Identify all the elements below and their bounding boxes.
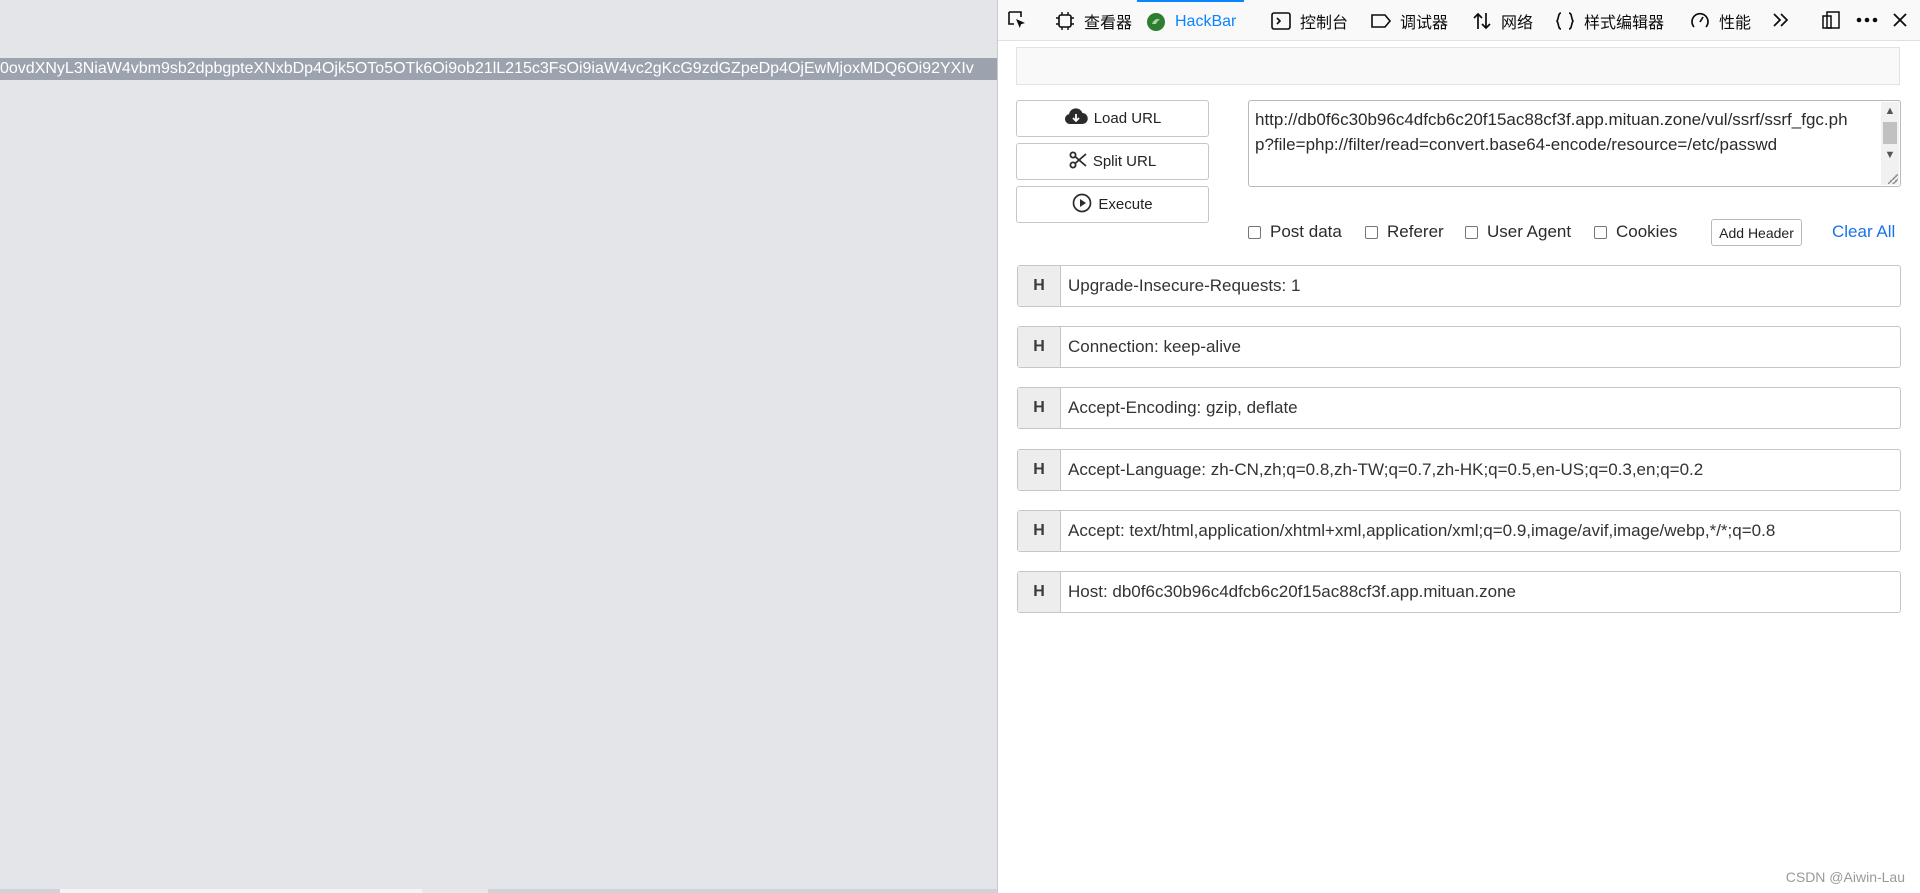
tab-label: 控制台 xyxy=(1300,14,1349,32)
performance-icon xyxy=(1689,10,1711,32)
style-editor-icon xyxy=(1554,10,1576,32)
split-url-label: Split URL xyxy=(1092,153,1157,170)
more-options-icon[interactable] xyxy=(1856,9,1878,31)
inspector-icon xyxy=(1054,10,1076,32)
header-value-input[interactable]: Upgrade-Insecure-Requests: 1 xyxy=(1061,266,1900,306)
scrollbar-thumb[interactable] xyxy=(60,889,422,893)
overflow-chevron-icon[interactable] xyxy=(1770,9,1792,31)
tab-label: 查看器 xyxy=(1084,14,1133,32)
header-toggle-button[interactable]: H xyxy=(1018,327,1061,367)
console-icon xyxy=(1270,10,1292,32)
header-toggle-button[interactable]: H xyxy=(1018,572,1061,612)
scroll-down-arrow-icon[interactable]: ▼ xyxy=(1881,146,1899,164)
header-row: H Connection: keep-alive xyxy=(1017,326,1901,368)
tab-label: 网络 xyxy=(1501,14,1534,32)
tab-label: HackBar xyxy=(1175,12,1237,30)
add-header-button[interactable]: Add Header xyxy=(1711,219,1802,246)
tab-console[interactable]: 控制台 xyxy=(1270,0,1348,41)
header-value-input[interactable]: Connection: keep-alive xyxy=(1061,327,1900,367)
hackbar-logo-icon xyxy=(1145,11,1167,33)
play-circle-icon xyxy=(1072,193,1092,217)
tab-performance[interactable]: 性能 xyxy=(1689,0,1751,41)
header-row: H Accept-Language: zh-CN,zh;q=0.8,zh-TW;… xyxy=(1017,449,1901,491)
header-value-input[interactable]: Accept-Language: zh-CN,zh;q=0.8,zh-TW;q=… xyxy=(1061,450,1900,490)
tab-network[interactable]: 网络 xyxy=(1471,0,1533,41)
url-scrollbar[interactable]: ▲ ▼ xyxy=(1881,102,1899,185)
scroll-up-arrow-icon[interactable]: ▲ xyxy=(1881,102,1899,120)
header-toggle-button[interactable]: H xyxy=(1018,388,1061,428)
header-row: H Host: db0f6c30b96c4dfcb6c20f15ac88cf3f… xyxy=(1017,571,1901,613)
user-agent-label: User Agent xyxy=(1487,222,1572,241)
cookies-label: Cookies xyxy=(1616,222,1678,241)
referer-option[interactable]: Referer xyxy=(1365,222,1444,242)
devtools-toolbar: 查看器 HackBar 控制台 调试器 网络 样式编辑器 性能 xyxy=(998,0,1920,41)
watermark: CSDN @Aiwin-Lau xyxy=(1785,869,1905,885)
url-text[interactable]: http://db0f6c30b96c4dfcb6c20f15ac88cf3f.… xyxy=(1255,107,1865,157)
header-row: H Upgrade-Insecure-Requests: 1 xyxy=(1017,265,1901,307)
execute-button[interactable]: Execute xyxy=(1016,186,1209,223)
execute-label: Execute xyxy=(1098,196,1153,213)
load-url-label: Load URL xyxy=(1093,110,1162,127)
dock-layout-icon[interactable] xyxy=(1820,9,1842,31)
user-agent-option[interactable]: User Agent xyxy=(1465,222,1571,242)
referer-checkbox[interactable] xyxy=(1365,225,1378,239)
tab-label: 样式编辑器 xyxy=(1584,14,1665,32)
post-data-checkbox[interactable] xyxy=(1248,225,1261,239)
page-content: 0ovdXNyL3NiaW4vbm9sb2dpbgpteXNxbDp4Ojk5O… xyxy=(0,0,997,893)
url-textarea[interactable]: http://db0f6c30b96c4dfcb6c20f15ac88cf3f.… xyxy=(1248,100,1901,187)
tab-style-editor[interactable]: 样式编辑器 xyxy=(1554,0,1664,41)
header-value-input[interactable]: Accept-Encoding: gzip, deflate xyxy=(1061,388,1900,428)
page-horizontal-scrollbar[interactable] xyxy=(0,889,997,893)
scissors-icon xyxy=(1069,151,1087,173)
cookies-option[interactable]: Cookies xyxy=(1594,222,1677,242)
post-data-option[interactable]: Post data xyxy=(1248,222,1342,242)
cookies-checkbox[interactable] xyxy=(1594,225,1607,239)
tab-debugger[interactable]: 调试器 xyxy=(1370,0,1448,41)
scrollbar-thumb[interactable] xyxy=(1883,122,1897,144)
debugger-icon xyxy=(1370,10,1392,32)
page-output-text: 0ovdXNyL3NiaW4vbm9sb2dpbgpteXNxbDp4Ojk5O… xyxy=(0,58,997,80)
header-toggle-button[interactable]: H xyxy=(1018,511,1061,551)
header-value-input[interactable]: Host: db0f6c30b96c4dfcb6c20f15ac88cf3f.a… xyxy=(1061,572,1900,612)
header-row: H Accept-Encoding: gzip, deflate xyxy=(1017,387,1901,429)
tab-label: 调试器 xyxy=(1400,14,1449,32)
header-value-input[interactable]: Accept: text/html,application/xhtml+xml,… xyxy=(1061,511,1900,551)
load-url-button[interactable]: Load URL xyxy=(1016,100,1209,137)
element-picker-icon[interactable] xyxy=(1006,9,1028,31)
post-data-label: Post data xyxy=(1270,222,1342,241)
header-toggle-button[interactable]: H xyxy=(1018,266,1061,306)
tab-label: 性能 xyxy=(1719,14,1752,32)
close-icon[interactable] xyxy=(1889,9,1911,31)
cloud-download-icon xyxy=(1064,107,1088,130)
clear-all-link[interactable]: Clear All xyxy=(1832,222,1895,242)
referer-label: Referer xyxy=(1387,222,1444,241)
resize-handle-icon[interactable] xyxy=(1888,174,1898,184)
header-row: H Accept: text/html,application/xhtml+xm… xyxy=(1017,510,1901,552)
tab-hackbar[interactable]: HackBar xyxy=(1137,0,1245,41)
user-agent-checkbox[interactable] xyxy=(1465,225,1478,239)
devtools-panel: 查看器 HackBar 控制台 调试器 网络 样式编辑器 性能 Load URL… xyxy=(997,0,1920,893)
header-toggle-button[interactable]: H xyxy=(1018,450,1061,490)
split-url-button[interactable]: Split URL xyxy=(1016,143,1209,180)
network-icon xyxy=(1471,10,1493,32)
tab-inspector[interactable]: 查看器 xyxy=(1054,0,1132,41)
hackbar-menu-strip xyxy=(1016,47,1900,85)
scrollbar-track-segment xyxy=(422,889,488,893)
